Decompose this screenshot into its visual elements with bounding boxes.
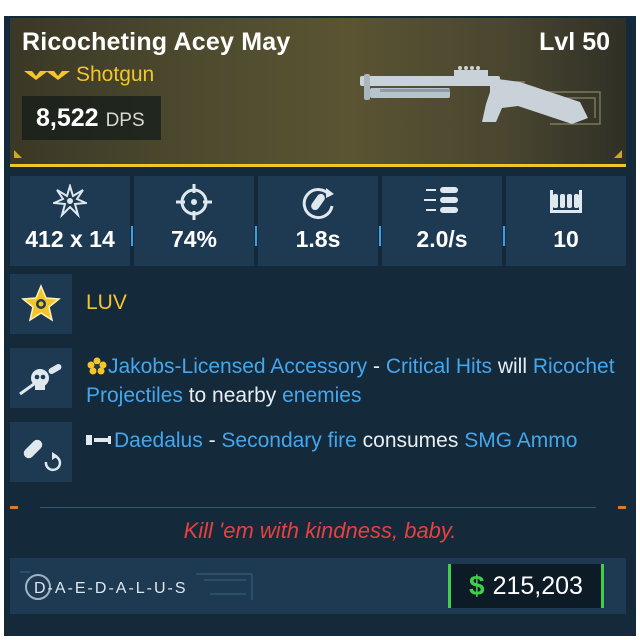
perk-daedalus-dash: - <box>202 429 222 452</box>
perk-daedalus-badge <box>10 422 72 482</box>
stat-fire-rate[interactable]: 2.0/s <box>382 176 505 266</box>
item-type: Shotgun <box>76 63 155 86</box>
price-box: $ 215,203 <box>448 564 604 608</box>
stat-divider <box>255 226 257 246</box>
header-corner-left <box>14 150 22 158</box>
perk-daedalus-smg: SMG Ammo <box>464 429 578 452</box>
stat-reload-value: 1.8s <box>295 226 341 252</box>
header-corner-right <box>614 150 622 158</box>
perk-jakobs[interactable]: Jakobs-Licensed Accessory - Critical Hit… <box>10 348 626 408</box>
jakobs-flower-icon <box>87 357 107 375</box>
perk-jakobs-nearby: to nearby <box>182 384 283 407</box>
perk-daedalus-text: Daedalus - Secondary fire consumes SMG A… <box>86 426 624 455</box>
perk-daedalus-consumes: consumes <box>356 429 465 452</box>
dps-label: DPS <box>105 110 145 131</box>
stat-fire-rate-value: 2.0/s <box>416 226 468 252</box>
stat-magazine-value: 10 <box>553 226 579 252</box>
fire-rate-icon <box>424 187 458 213</box>
stat-damage-value: 412 x 14 <box>25 226 115 252</box>
flavor-text: Kill 'em with kindness, baby. <box>183 518 457 543</box>
star-badge-icon <box>21 284 61 322</box>
perk-jakobs-text: Jakobs-Licensed Accessory - Critical Hit… <box>86 352 624 410</box>
stat-magazine[interactable]: 10 <box>506 176 626 266</box>
item-level: Lvl 50 <box>539 28 610 56</box>
stat-damage[interactable]: 412 x 14 <box>10 176 133 266</box>
shotgun-icon <box>360 66 601 125</box>
accuracy-crosshair-icon <box>176 184 212 220</box>
price-amount: 215,203 <box>492 571 583 600</box>
stat-reload[interactable]: 1.8s <box>258 176 381 266</box>
stat-accuracy-value: 74% <box>170 226 218 252</box>
dps-box: 8,522 DPS <box>22 96 161 140</box>
perk-daedalus[interactable]: Daedalus - Secondary fire consumes SMG A… <box>10 422 626 482</box>
skull-projectile-icon <box>19 364 62 396</box>
item-card: Ricocheting Acey May Lvl 50 Shotgun 8,52… <box>4 16 636 636</box>
perk-daedalus-title: Daedalus <box>114 429 203 452</box>
perk-luv-badge <box>10 274 72 334</box>
manufacturer-name: D-A-E-D-A-L-U-S <box>34 580 188 597</box>
damage-burst-icon <box>53 184 87 218</box>
price-currency-icon: $ <box>469 570 485 601</box>
ammo-swap-icon <box>23 439 62 472</box>
magazine-icon <box>550 190 582 213</box>
item-name: Ricocheting Acey May <box>22 28 291 56</box>
stat-divider <box>131 226 133 246</box>
manufacturer-logo: D-A-E-D-A-L-U-S <box>20 571 253 600</box>
rarity-row: Shotgun <box>24 63 154 87</box>
perk-jakobs-badge <box>10 348 72 408</box>
item-header: Ricocheting Acey May Lvl 50 Shotgun 8,52… <box>10 18 626 167</box>
section-divider <box>10 506 626 509</box>
perk-luv[interactable]: LUV <box>10 274 626 334</box>
perk-jakobs-enemies: enemies <box>282 384 362 407</box>
dps-value: 8,522 <box>36 104 99 132</box>
stat-accuracy[interactable]: 74% <box>134 176 257 266</box>
perk-daedalus-secondary: Secondary fire <box>221 429 357 452</box>
daedalus-logo-icon <box>86 435 111 445</box>
perk-jakobs-title: Jakobs-Licensed Accessory <box>108 355 368 378</box>
reload-icon <box>302 188 334 220</box>
stat-divider <box>379 226 381 246</box>
perk-jakobs-dash: - <box>367 355 386 378</box>
stats-row: 412 x 14 74% 1.8s 2.0/s 10 <box>10 176 626 266</box>
perk-jakobs-will: will <box>491 355 533 378</box>
item-footer: D-A-E-D-A-L-U-S $ 215,203 <box>10 558 626 614</box>
rarity-chevrons-icon <box>24 71 70 80</box>
stat-divider <box>503 226 505 246</box>
perk-luv-label: LUV <box>86 291 127 314</box>
perk-jakobs-crit: Critical Hits <box>385 355 492 378</box>
